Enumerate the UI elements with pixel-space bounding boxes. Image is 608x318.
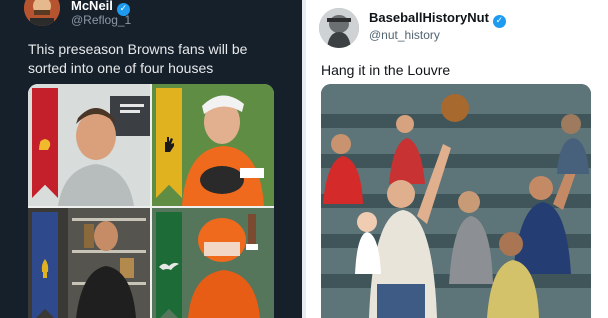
verified-badge-icon: ✓: [492, 15, 506, 28]
house-banner-green: [156, 212, 182, 318]
tweet-media-baseball-crowd[interactable]: [321, 84, 591, 318]
hand-icon: [156, 134, 182, 159]
tweet-text: This preseason Browns fans will be sorte…: [28, 41, 248, 76]
grid-photo-quarterback: [152, 84, 274, 206]
user-handle[interactable]: @Reflog_1: [71, 13, 131, 27]
house-banner-yellow: [156, 88, 182, 198]
baseball-crowd-photo: [321, 84, 591, 318]
display-name-text: McNeil: [71, 0, 113, 13]
bird-icon: [156, 258, 182, 279]
display-name-text: BaseballHistoryNut: [369, 10, 489, 25]
grid-photo-helmet-player: [152, 208, 274, 318]
tweet-text: Hang it in the Louvre: [321, 62, 451, 78]
house-banner-blue: [32, 212, 58, 318]
display-name[interactable]: BaseballHistoryNut ✓: [369, 10, 506, 28]
house-banner-red: [32, 88, 58, 198]
tweet-media-houses-grid[interactable]: [28, 84, 274, 318]
rocket-icon: [32, 258, 58, 285]
avatar-baseballhistorynut[interactable]: [319, 8, 359, 48]
grid-photo-shelf: [28, 208, 150, 318]
grid-photo-coach: [28, 84, 150, 206]
avatar-image: [319, 8, 359, 48]
user-handle[interactable]: @nut_history: [369, 28, 440, 42]
lion-icon: [32, 134, 58, 159]
